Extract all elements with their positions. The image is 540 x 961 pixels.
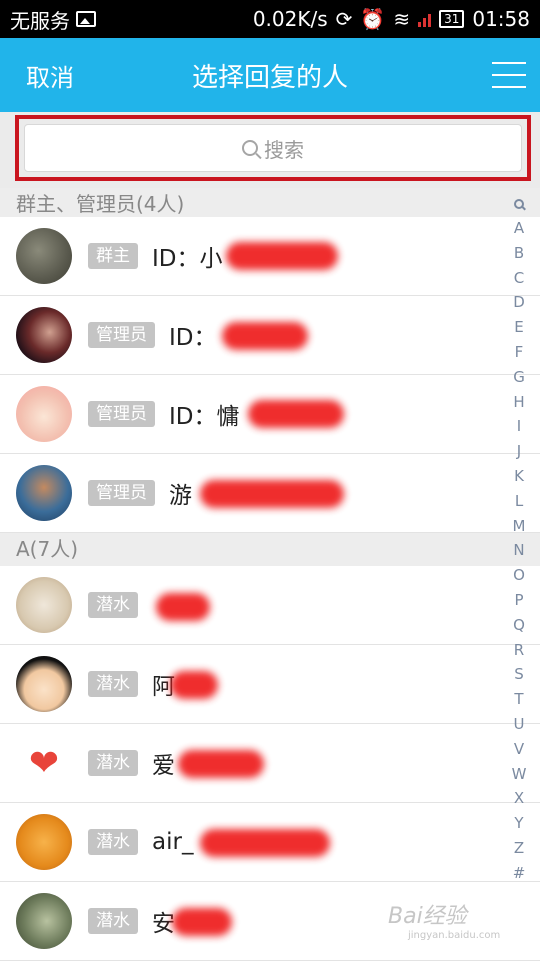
index-letter[interactable]: I: [517, 414, 521, 439]
avatar: [16, 893, 72, 949]
index-letter[interactable]: X: [514, 786, 524, 811]
image-notification-icon: [76, 11, 96, 27]
role-badge: 潜水: [88, 592, 138, 618]
index-search-icon[interactable]: [514, 199, 524, 209]
avatar: [16, 307, 72, 363]
avatar: [16, 656, 72, 712]
index-letter[interactable]: A: [514, 216, 524, 241]
carrier-text: 无服务: [10, 8, 70, 33]
member-name: 游: [169, 483, 192, 509]
index-letter[interactable]: U: [514, 712, 525, 737]
index-letter[interactable]: R: [514, 638, 524, 663]
avatar: [16, 814, 72, 870]
alphabet-index[interactable]: A B C D E F G H I J K L M N O P Q R S T U V W X Y Z #: [506, 192, 532, 886]
index-letter[interactable]: K: [514, 464, 524, 489]
search-area: 搜索: [0, 112, 540, 188]
index-letter[interactable]: N: [513, 538, 524, 563]
list-item[interactable]: 潜水 阿: [0, 645, 540, 724]
redaction-mark: [226, 242, 338, 270]
wifi-icon: ≋: [393, 7, 411, 31]
title-bar: 取消 选择回复的人: [0, 38, 540, 112]
role-badge: 潜水: [88, 750, 138, 776]
search-placeholder: 搜索: [264, 137, 304, 162]
network-speed: 0.02K/s: [252, 7, 328, 31]
search-input[interactable]: 搜索: [24, 124, 522, 172]
role-badge: 管理员: [88, 401, 155, 427]
redaction-mark: [200, 480, 344, 508]
index-letter[interactable]: V: [514, 737, 524, 762]
index-letter[interactable]: G: [513, 365, 525, 390]
index-letter[interactable]: J: [517, 439, 521, 464]
redaction-mark: [178, 750, 264, 778]
baidu-watermark: Bai经验 jingyan.baidu.com: [388, 898, 500, 941]
search-icon: [242, 140, 258, 156]
index-letter[interactable]: L: [515, 489, 523, 514]
index-letter[interactable]: T: [514, 687, 523, 712]
index-letter[interactable]: #: [513, 861, 526, 886]
index-letter[interactable]: W: [512, 762, 527, 787]
redaction-mark: [172, 908, 232, 936]
search-highlight-frame: 搜索: [15, 115, 531, 181]
cancel-button[interactable]: 取消: [26, 58, 74, 93]
avatar: [16, 386, 72, 442]
alarm-icon: ⏰: [360, 7, 386, 31]
list-item[interactable]: 管理员 游: [0, 454, 540, 533]
clock: 01:58: [472, 7, 530, 31]
list-item[interactable]: 管理员 ID：: [0, 296, 540, 375]
index-letter[interactable]: D: [513, 290, 525, 315]
menu-icon[interactable]: [492, 62, 526, 88]
index-letter[interactable]: C: [514, 266, 524, 291]
battery-icon: 31: [439, 10, 465, 28]
avatar: [16, 228, 72, 284]
index-letter[interactable]: H: [513, 390, 524, 415]
role-badge: 潜水: [88, 829, 138, 855]
list-item[interactable]: 潜水: [0, 566, 540, 645]
index-letter[interactable]: Y: [514, 811, 523, 836]
member-name: ID：小: [152, 246, 223, 272]
list-item[interactable]: 管理员 ID：慵: [0, 375, 540, 454]
sync-icon: ⟳: [335, 7, 353, 31]
member-name: air_: [152, 829, 194, 855]
list-item[interactable]: 潜水 air_: [0, 803, 540, 882]
avatar: [16, 465, 72, 521]
role-badge: 潜水: [88, 671, 138, 697]
index-letter[interactable]: Z: [514, 836, 524, 861]
watermark-brand: Bai经验: [388, 904, 467, 929]
index-letter[interactable]: F: [515, 340, 524, 365]
index-letter[interactable]: O: [513, 563, 525, 588]
role-badge: 潜水: [88, 908, 138, 934]
index-letter[interactable]: Q: [513, 613, 525, 638]
watermark-url: jingyan.baidu.com: [408, 930, 501, 941]
status-bar: 无服务 0.02K/s ⟳ ⏰ ≋ 31 01:58: [0, 0, 540, 38]
member-name: ID：: [169, 325, 217, 351]
role-badge: 群主: [88, 243, 138, 269]
role-badge: 管理员: [88, 322, 155, 348]
list-item[interactable]: 群主 ID：小: [0, 217, 540, 296]
list-item[interactable]: ❤ 潜水 爱: [0, 724, 540, 803]
heart-logo-avatar: ❤: [16, 735, 72, 791]
index-letter[interactable]: B: [514, 241, 524, 266]
index-letter[interactable]: E: [514, 315, 523, 340]
redaction-mark: [222, 322, 308, 350]
redaction-mark: [248, 400, 344, 428]
avatar: [16, 577, 72, 633]
redaction-mark: [156, 593, 210, 621]
redaction-mark: [200, 829, 330, 857]
member-name: 爱: [152, 753, 175, 779]
section-header-a: A(7人): [0, 533, 540, 566]
index-letter[interactable]: P: [514, 588, 523, 613]
index-letter[interactable]: M: [513, 514, 526, 539]
member-name: ID：慵: [169, 404, 240, 430]
signal-icon: [418, 11, 432, 27]
redaction-mark: [170, 671, 218, 699]
index-letter[interactable]: S: [514, 662, 524, 687]
page-title: 选择回复的人: [191, 62, 348, 93]
role-badge: 管理员: [88, 480, 155, 506]
